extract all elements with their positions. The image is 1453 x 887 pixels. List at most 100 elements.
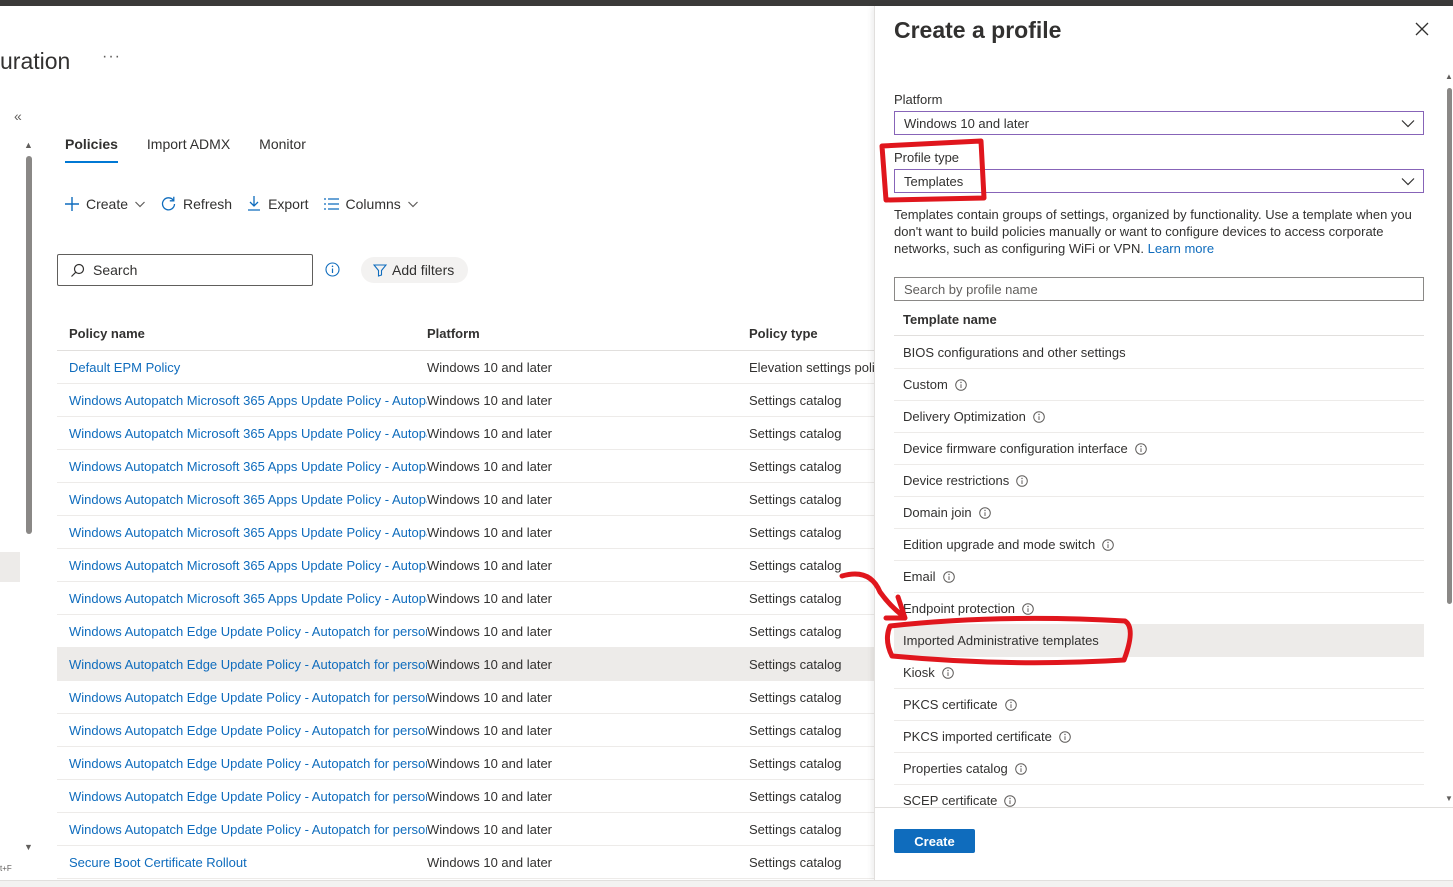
policy-name-link[interactable]: Windows Autopatch Edge Update Policy - A… bbox=[57, 657, 427, 672]
scroll-up-arrow-icon[interactable]: ▲ bbox=[24, 140, 33, 150]
template-row[interactable]: PKCS imported certificate bbox=[894, 721, 1424, 753]
column-header-policy-name[interactable]: Policy name bbox=[57, 326, 427, 341]
platform-cell: Windows 10 and later bbox=[427, 425, 553, 441]
info-icon[interactable] bbox=[325, 262, 340, 277]
table-row[interactable]: Windows Autopatch Microsoft 365 Apps Upd… bbox=[57, 384, 874, 417]
template-row[interactable]: Delivery Optimization bbox=[894, 401, 1424, 433]
collapse-nav-icon[interactable]: « bbox=[14, 108, 22, 124]
template-row[interactable]: Device firmware configuration interface bbox=[894, 433, 1424, 465]
policy-name-link[interactable]: Windows Autopatch Edge Update Policy - A… bbox=[57, 756, 427, 771]
table-row[interactable]: Windows Autopatch Microsoft 365 Apps Upd… bbox=[57, 516, 874, 549]
info-icon[interactable] bbox=[942, 570, 955, 583]
column-header-platform[interactable]: Platform bbox=[427, 326, 749, 341]
table-row[interactable]: Windows Autopatch Microsoft 365 Apps Upd… bbox=[57, 450, 874, 483]
refresh-button[interactable]: Refresh bbox=[160, 195, 232, 212]
template-row[interactable]: Edition upgrade and mode switch bbox=[894, 529, 1424, 561]
info-icon[interactable] bbox=[941, 666, 954, 679]
profile-type-dropdown[interactable]: Templates bbox=[894, 169, 1424, 193]
policy-name-link[interactable]: Windows Autopatch Edge Update Policy - A… bbox=[57, 822, 427, 837]
template-row[interactable]: Custom bbox=[894, 369, 1424, 401]
left-scrollbar[interactable]: ▲ ▼ bbox=[24, 140, 34, 860]
table-row[interactable]: Default EPM Policy Windows 10 and later El… bbox=[57, 351, 874, 384]
policy-name-link[interactable]: Windows Autopatch Edge Update Policy - A… bbox=[57, 723, 427, 738]
tab-policies[interactable]: Policies bbox=[65, 136, 118, 163]
info-icon[interactable] bbox=[1102, 538, 1115, 551]
learn-more-link[interactable]: Learn more bbox=[1148, 241, 1214, 256]
scrollbar-thumb[interactable] bbox=[1447, 88, 1452, 604]
more-options-icon[interactable]: ··· bbox=[102, 48, 121, 66]
scroll-down-arrow-icon[interactable]: ▼ bbox=[24, 842, 33, 852]
create-profile-button[interactable]: Create bbox=[894, 829, 975, 853]
table-row[interactable]: Windows Autopatch Edge Update Policy - A… bbox=[57, 648, 874, 681]
table-row[interactable]: Secure Boot Certificate Rollout Windows 1… bbox=[57, 846, 874, 879]
policy-name-link[interactable]: Windows Autopatch Microsoft 365 Apps Upd… bbox=[57, 525, 427, 540]
template-row[interactable]: Domain join bbox=[894, 497, 1424, 529]
template-name: Delivery Optimization bbox=[903, 409, 1026, 424]
info-icon[interactable] bbox=[1004, 698, 1017, 711]
info-icon[interactable] bbox=[1033, 410, 1045, 423]
info-icon[interactable] bbox=[1014, 762, 1027, 775]
policy-name-link[interactable]: Windows Autopatch Microsoft 365 Apps Upd… bbox=[57, 393, 427, 408]
template-row[interactable]: Email bbox=[894, 561, 1424, 593]
table-row[interactable]: Windows Autopatch Edge Update Policy - A… bbox=[57, 681, 874, 714]
table-row[interactable]: Windows Autopatch Microsoft 365 Apps Upd… bbox=[57, 483, 874, 516]
template-row[interactable]: Imported Administrative templates bbox=[894, 625, 1424, 657]
add-filters-button[interactable]: Add filters bbox=[361, 257, 469, 283]
info-icon[interactable] bbox=[954, 378, 967, 391]
table-row[interactable]: Windows Autopatch Microsoft 365 Apps Upd… bbox=[57, 582, 874, 615]
shortcut-hint: t+F bbox=[0, 864, 12, 873]
table-row[interactable]: Windows Autopatch Edge Update Policy - A… bbox=[57, 714, 874, 747]
policy-name-link[interactable]: Windows Autopatch Edge Update Policy - A… bbox=[57, 789, 427, 804]
info-icon[interactable] bbox=[1016, 474, 1029, 487]
info-icon[interactable] bbox=[978, 506, 991, 519]
template-row[interactable]: SCEP certificate bbox=[894, 785, 1424, 807]
search-input[interactable] bbox=[93, 262, 293, 278]
policy-name-link[interactable]: Default EPM Policy bbox=[57, 360, 427, 375]
table-row[interactable]: Windows Autopatch Microsoft 365 Apps Upd… bbox=[57, 417, 874, 450]
columns-button[interactable]: Columns bbox=[323, 196, 419, 212]
table-row[interactable]: Windows Autopatch Edge Update Policy - A… bbox=[57, 615, 874, 648]
template-row[interactable]: Device restrictions bbox=[894, 465, 1424, 497]
close-icon[interactable] bbox=[1415, 22, 1429, 36]
policy-name-link[interactable]: Windows Autopatch Microsoft 365 Apps Upd… bbox=[57, 591, 427, 606]
policy-name-link[interactable]: Windows Autopatch Microsoft 365 Apps Upd… bbox=[57, 492, 427, 507]
platform-dropdown[interactable]: Windows 10 and later bbox=[894, 111, 1424, 135]
policy-name-link[interactable]: Windows Autopatch Microsoft 365 Apps Upd… bbox=[57, 558, 427, 573]
export-button[interactable]: Export bbox=[246, 195, 309, 212]
scroll-down-arrow-icon[interactable]: ▼ bbox=[1445, 794, 1453, 803]
policy-name-link[interactable]: Windows Autopatch Edge Update Policy - A… bbox=[57, 624, 427, 639]
template-row[interactable]: Kiosk bbox=[894, 657, 1424, 689]
table-row[interactable]: Windows Autopatch Edge Update Policy - A… bbox=[57, 747, 874, 780]
table-row[interactable]: Windows Autopatch Edge Update Policy - A… bbox=[57, 780, 874, 813]
tab-monitor[interactable]: Monitor bbox=[259, 136, 306, 163]
template-row[interactable]: BIOS configurations and other settings bbox=[894, 337, 1424, 369]
nav-selected-indicator bbox=[0, 552, 20, 582]
policy-name-link[interactable]: Windows Autopatch Microsoft 365 Apps Upd… bbox=[57, 459, 427, 474]
template-row[interactable]: Endpoint protection bbox=[894, 593, 1424, 625]
column-header-policy-type[interactable]: Policy type bbox=[749, 326, 874, 341]
template-row[interactable]: PKCS certificate bbox=[894, 689, 1424, 721]
create-button[interactable]: Create bbox=[64, 196, 146, 212]
info-icon[interactable] bbox=[1059, 730, 1071, 743]
policy-name-link[interactable]: Windows Autopatch Edge Update Policy - A… bbox=[57, 690, 427, 705]
profile-search-box[interactable] bbox=[894, 277, 1424, 301]
policy-name-link[interactable]: Windows Autopatch Microsoft 365 Apps Upd… bbox=[57, 426, 427, 441]
table-row[interactable]: Windows Autopatch Microsoft 365 Apps Upd… bbox=[57, 549, 874, 582]
panel-scrollbar[interactable]: ▲ ▼ bbox=[1445, 72, 1453, 807]
template-list: BIOS configurations and other settings Cu… bbox=[894, 337, 1424, 807]
policy-search-box[interactable] bbox=[57, 254, 313, 286]
info-icon[interactable] bbox=[1004, 794, 1017, 807]
profile-search-input[interactable] bbox=[904, 281, 1404, 297]
info-icon[interactable] bbox=[1134, 442, 1147, 455]
policy-type-cell: Settings catalog bbox=[749, 722, 842, 738]
scrollbar-thumb[interactable] bbox=[26, 156, 32, 534]
tab-import-admx[interactable]: Import ADMX bbox=[147, 136, 230, 163]
policy-name-link[interactable]: Secure Boot Certificate Rollout bbox=[57, 855, 427, 870]
info-icon[interactable] bbox=[1022, 602, 1034, 615]
scroll-up-arrow-icon[interactable]: ▲ bbox=[1445, 72, 1453, 81]
template-row[interactable]: Properties catalog bbox=[894, 753, 1424, 785]
platform-cell: Windows 10 and later bbox=[427, 590, 553, 606]
search-icon bbox=[71, 263, 85, 277]
table-row[interactable]: Windows Autopatch Edge Update Policy - A… bbox=[57, 813, 874, 846]
create-profile-panel: Create a profile Platform Windows 10 and… bbox=[874, 6, 1453, 880]
